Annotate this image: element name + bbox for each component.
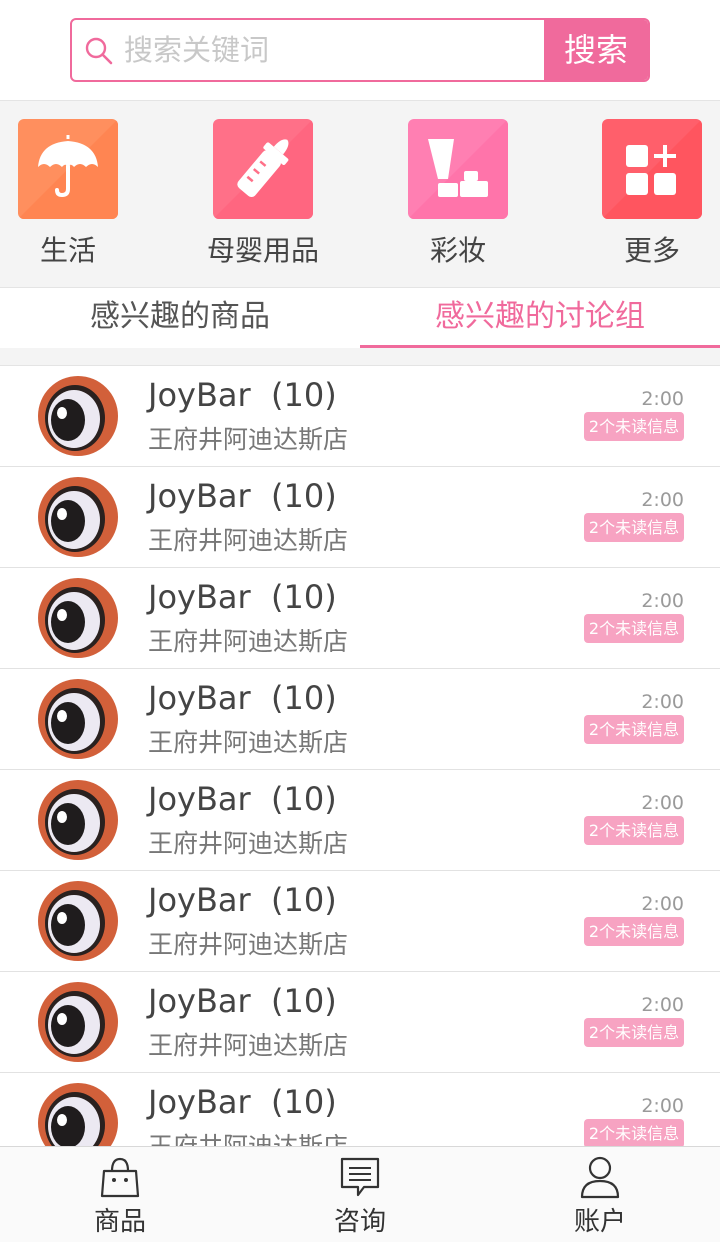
unread-badge: 2个未读信息 (584, 1119, 684, 1146)
message-time: 2:00 (641, 1095, 684, 1117)
message-time: 2:00 (641, 489, 684, 511)
group-name: JoyBar (10) (148, 780, 337, 818)
unread-badge: 2个未读信息 (584, 917, 684, 946)
avatar (38, 780, 118, 860)
store-name: 王府井阿迪达斯店 (148, 627, 349, 656)
category-life[interactable]: 生活 (18, 119, 118, 267)
group-name: JoyBar (10) (148, 679, 337, 717)
message-time: 2:00 (641, 994, 684, 1016)
nav-account[interactable]: 账户 (540, 1155, 660, 1238)
store-name: 王府井阿迪达斯店 (148, 1127, 348, 1146)
unread-badge: 2个未读信息 (584, 614, 684, 643)
category-baby[interactable]: 母婴用品 (207, 119, 319, 267)
store-name: 王府井阿迪达斯店 (148, 728, 349, 757)
category-label: 彩妆 (429, 234, 486, 267)
nav-label: 账户 (573, 1207, 626, 1237)
group-name: JoyBar (10) (148, 376, 337, 414)
section-divider (0, 348, 720, 366)
message-time: 2:00 (641, 388, 684, 410)
nav-consult[interactable]: 咨询 (300, 1155, 420, 1238)
list-item[interactable]: JoyBar (10) 王府井阿迪达斯店 2:00 2个未读信息 (0, 366, 720, 467)
message-time: 2:00 (641, 590, 684, 612)
group-list: JoyBar (10) 王府井阿迪达斯店 2:00 2个未读信息 JoyBar … (0, 366, 720, 1146)
store-name: 王府井阿迪达斯店 (148, 526, 349, 555)
category-more[interactable]: 更多 (602, 119, 702, 267)
list-item[interactable]: JoyBar (10) 王府井阿迪达斯店 2:00 2个未读信息 (0, 871, 720, 972)
category-cosmetics[interactable]: 彩妆 (408, 119, 508, 267)
list-item[interactable]: JoyBar (10) 王府井阿迪达斯店 2:00 2个未读信息 (0, 770, 720, 871)
message-time: 2:00 (641, 792, 684, 814)
avatar (38, 982, 118, 1062)
search-icon (85, 37, 113, 65)
store-name: 王府井阿迪达斯店 (148, 425, 349, 454)
search-box: 搜索 (70, 18, 650, 82)
store-name: 王府井阿迪达斯店 (148, 1031, 349, 1060)
avatar (38, 679, 118, 759)
avatar (38, 477, 118, 557)
group-name: JoyBar (10) (148, 1083, 337, 1121)
category-label: 更多 (623, 234, 680, 267)
group-name: JoyBar (10) (148, 477, 337, 515)
unread-badge: 2个未读信息 (584, 513, 684, 542)
unread-badge: 2个未读信息 (584, 816, 684, 845)
search-button[interactable]: 搜索 (544, 20, 648, 80)
umbrella-icon (18, 119, 118, 219)
search-area: 搜索 (0, 0, 720, 100)
nav-label: 咨询 (333, 1207, 386, 1237)
avatar (38, 881, 118, 961)
category-label: 母婴用品 (206, 234, 319, 267)
unread-badge: 2个未读信息 (584, 412, 684, 441)
unread-badge: 2个未读信息 (584, 715, 684, 744)
bottom-nav: 商品 咨询 账户 (0, 1146, 720, 1242)
tab-bar: 感兴趣的商品 感兴趣的讨论组 (0, 288, 720, 348)
tab-interested-groups[interactable]: 感兴趣的讨论组 (360, 288, 720, 348)
group-name: JoyBar (10) (148, 578, 337, 616)
list-item[interactable]: JoyBar (10) 王府井阿迪达斯店 2:00 2个未读信息 (0, 669, 720, 770)
category-grid: 生活 母婴用品 彩妆 更多 (0, 100, 720, 288)
nav-products[interactable]: 商品 (60, 1155, 180, 1238)
avatar (38, 1083, 118, 1146)
unread-badge: 2个未读信息 (584, 1018, 684, 1047)
category-label: 生活 (39, 234, 96, 267)
search-input[interactable] (124, 20, 544, 80)
group-name: JoyBar (10) (148, 881, 337, 919)
cosmetics-icon (408, 119, 508, 219)
avatar (38, 578, 118, 658)
user-icon (580, 1156, 620, 1199)
avatar (38, 376, 118, 456)
list-item[interactable]: JoyBar (10) 王府井阿迪达斯店 2:00 2个未读信息 (0, 1073, 720, 1146)
list-item[interactable]: JoyBar (10) 王府井阿迪达斯店 2:00 2个未读信息 (0, 972, 720, 1073)
grid-plus-icon (602, 119, 702, 219)
store-name: 王府井阿迪达斯店 (148, 829, 349, 858)
nav-label: 商品 (93, 1207, 146, 1237)
shopping-bag-icon (100, 1157, 140, 1198)
chat-bubble-icon (340, 1157, 380, 1197)
group-name: JoyBar (10) (148, 982, 337, 1020)
baby-bottle-icon (213, 119, 313, 219)
store-name: 王府井阿迪达斯店 (148, 930, 349, 959)
tab-interested-products[interactable]: 感兴趣的商品 (0, 288, 360, 348)
list-item[interactable]: JoyBar (10) 王府井阿迪达斯店 2:00 2个未读信息 (0, 467, 720, 568)
message-time: 2:00 (641, 691, 684, 713)
list-item[interactable]: JoyBar (10) 王府井阿迪达斯店 2:00 2个未读信息 (0, 568, 720, 669)
message-time: 2:00 (641, 893, 684, 915)
